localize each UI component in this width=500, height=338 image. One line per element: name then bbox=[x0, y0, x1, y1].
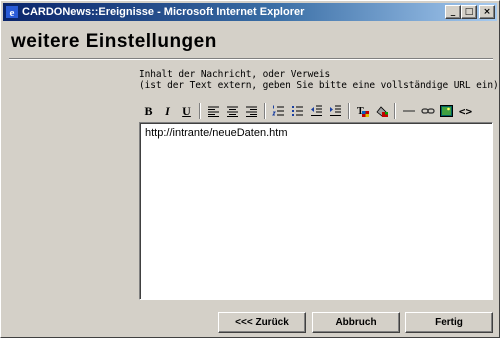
align-left-button[interactable] bbox=[204, 102, 223, 120]
close-button[interactable]: × bbox=[479, 5, 495, 19]
insert-image-button[interactable] bbox=[437, 102, 456, 120]
horizontal-rule-icon bbox=[402, 110, 415, 112]
window-title: CARDONews::Ereignisse - Microsoft Intern… bbox=[22, 6, 305, 18]
page-title: weitere Einstellungen bbox=[11, 31, 217, 52]
align-right-button[interactable] bbox=[242, 102, 261, 120]
underline-button[interactable]: U bbox=[177, 102, 196, 120]
editor-text: http://intrante/neueDaten.htm bbox=[145, 127, 288, 139]
browser-window: e CARDONews::Ereignisse - Microsoft Inte… bbox=[0, 0, 500, 338]
paint-bucket-icon bbox=[375, 105, 388, 117]
back-button[interactable]: <<< Zurück bbox=[218, 312, 306, 333]
numbered-list-icon bbox=[272, 105, 284, 116]
horizontal-rule-button[interactable] bbox=[399, 102, 418, 120]
font-color-icon: T bbox=[357, 106, 369, 117]
internet-explorer-icon: e bbox=[5, 5, 19, 19]
finish-button[interactable]: Fertig bbox=[405, 312, 493, 333]
divider bbox=[9, 58, 493, 60]
cancel-button[interactable]: Abbruch bbox=[312, 312, 400, 333]
insert-link-button[interactable] bbox=[418, 102, 437, 120]
background-color-button[interactable] bbox=[372, 102, 391, 120]
bullet-list-button[interactable] bbox=[288, 102, 307, 120]
link-icon bbox=[420, 108, 435, 114]
indent-icon bbox=[330, 105, 341, 116]
message-editor[interactable]: http://intrante/neueDaten.htm bbox=[139, 122, 493, 300]
source-view-button[interactable]: <> bbox=[456, 102, 475, 120]
outdent-icon bbox=[311, 105, 322, 116]
editor-toolbar: B I U T <> bbox=[139, 101, 493, 121]
content-label: Inhalt der Nachricht, oder Verweis bbox=[139, 69, 331, 80]
outdent-button[interactable] bbox=[307, 102, 326, 120]
svg-text:e: e bbox=[10, 7, 15, 19]
toolbar-separator bbox=[199, 103, 201, 119]
italic-button[interactable]: I bbox=[158, 102, 177, 120]
title-bar[interactable]: e CARDONews::Ereignisse - Microsoft Inte… bbox=[3, 3, 497, 21]
toolbar-separator bbox=[348, 103, 350, 119]
toolbar-separator bbox=[394, 103, 396, 119]
numbered-list-button[interactable] bbox=[269, 102, 288, 120]
align-left-icon bbox=[208, 106, 219, 117]
bold-button[interactable]: B bbox=[139, 102, 158, 120]
minimize-button[interactable]: _ bbox=[445, 5, 461, 19]
content-hint: (ist der Text extern, geben Sie bitte ei… bbox=[139, 80, 499, 91]
align-right-icon bbox=[246, 106, 257, 117]
indent-button[interactable] bbox=[326, 102, 345, 120]
window-controls: _ □ × bbox=[445, 5, 495, 19]
bullet-list-icon bbox=[292, 106, 303, 116]
font-color-button[interactable]: T bbox=[353, 102, 372, 120]
align-center-button[interactable] bbox=[223, 102, 242, 120]
align-center-icon bbox=[227, 106, 238, 117]
maximize-button[interactable]: □ bbox=[461, 5, 477, 19]
toolbar-separator bbox=[264, 103, 266, 119]
image-icon bbox=[440, 105, 453, 117]
